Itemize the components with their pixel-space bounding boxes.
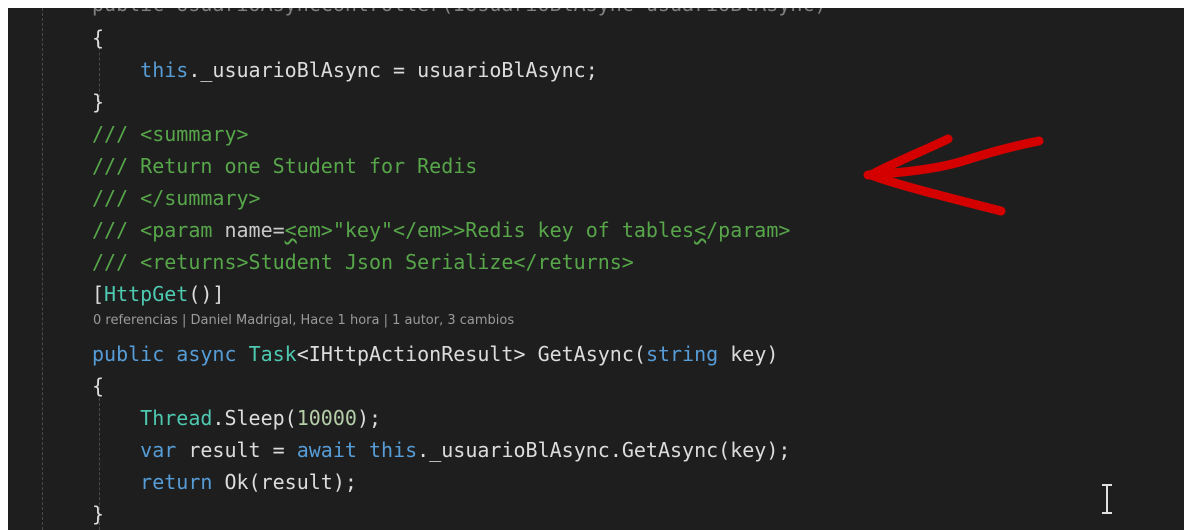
code-line-4: /// <summary> [92,118,249,150]
brace: } [92,90,105,114]
attribute-httpget: HttpGet [104,282,189,306]
bracket: ()] [188,282,225,306]
code-line-8: /// <returns>Student Json Serialize</ret… [92,246,634,278]
xml-doc-comment: /// <summary> [92,122,249,146]
xml-eq: = [272,218,285,242]
bracket: [ [92,282,105,306]
code-line-5: /// Return one Student for Redis [92,150,477,182]
code-line-3: } [92,86,104,118]
brace: } [92,502,105,526]
code-line-15: } [92,498,104,530]
squiggle-lt: < [694,218,707,242]
xml-em: em>"key"</em> [296,218,454,242]
xml-doc-prefix: /// <param [92,218,225,242]
statement: ._usuarioBlAsync = usuarioBlAsync; [188,58,598,82]
code-line-1: { [92,22,104,54]
call: Ok(result); [224,470,357,494]
type-task: Task [248,342,297,366]
brace: { [92,374,105,398]
code-line-10: public async Task<IHttpActionResult> Get… [92,338,778,370]
code-line-11: { [92,370,104,402]
text-cursor-icon [1102,484,1112,514]
keyword-return: return [140,470,213,494]
keyword-string: string [645,342,719,366]
keyword-public: public [92,342,165,366]
keyword-this: this [140,58,189,82]
type-thread: Thread [140,406,213,430]
keyword-async: async [176,342,237,366]
method-name: GetAsync( [537,342,646,366]
code-line-9: [HttpGet()] [92,278,224,310]
code-line-12: Thread.Sleep(10000); [92,402,381,434]
code-line-6: /// </summary> [92,182,261,214]
code-line-7: /// <param name=<em>"key"</em>>Redis key… [92,214,790,246]
generic-arg: <IHttpActionResult> [296,342,526,366]
call: ._usuarioBlAsync.GetAsync(key); [417,438,791,462]
codelens-info[interactable]: 0 referencias | Daniel Madrigal, Hace 1 … [93,313,514,328]
assignment: result = [188,438,285,462]
keyword-this: this [368,438,418,462]
red-arrow-annotation [863,134,1044,216]
call-end: ); [356,406,382,430]
code-line-13: var result = await this._usuarioBlAsync.… [92,434,790,466]
xml-doc-comment: /// <returns>Student Json Serialize</ret… [92,250,634,274]
number-literal: 10000 [296,406,357,430]
code-line-2: this._usuarioBlAsync = usuarioBlAsync; [92,54,598,86]
keyword-await: await [296,438,357,462]
keyword-var: var [140,438,177,462]
xml-doc-comment: /// Return one Student for Redis [92,154,478,178]
xml-close: /param> [706,218,791,242]
code-line-14: return Ok(result); [92,466,357,498]
code-editor[interactable]: public UsuarioAsyncController(IUsuarioBl… [8,8,1184,530]
xml-doc-comment: /// </summary> [92,186,261,210]
brace: { [92,26,105,50]
code-line-cutoff: public UsuarioAsyncController(IUsuarioBl… [92,8,827,16]
call: .Sleep( [212,406,297,430]
xml-text: >Redis key of tables [453,218,695,242]
xml-attr-name: name [224,218,273,242]
param-name: key) [730,342,779,366]
squiggle-lt: < [284,218,297,242]
indent-guide [42,8,43,530]
